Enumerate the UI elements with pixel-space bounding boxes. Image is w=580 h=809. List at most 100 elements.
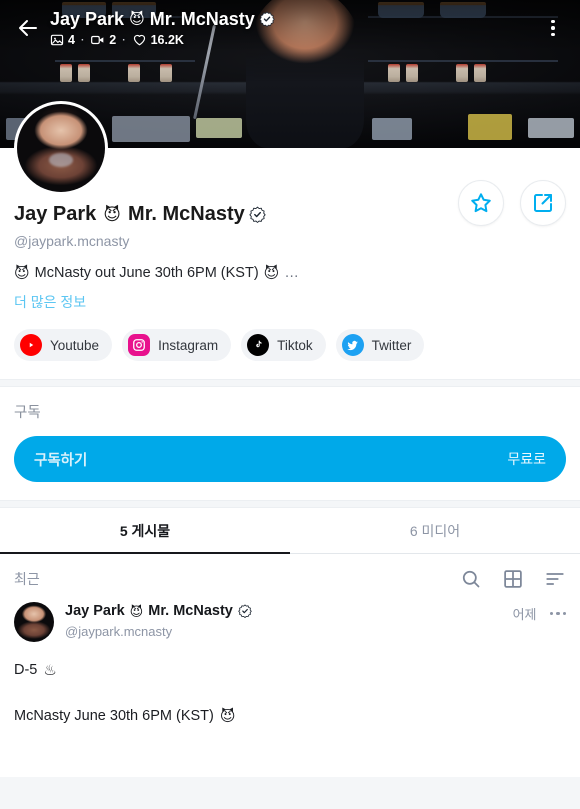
post-line-text: D-5 [14,662,38,678]
post-author-name: Jay Park [65,603,125,619]
social-link-youtube[interactable]: Youtube [14,329,113,361]
shelf-item [60,64,72,82]
subscription-title: 구독 [14,405,41,421]
devil-emoji: 😈 [103,204,122,224]
favorite-button[interactable] [458,180,504,226]
post-content: D-5 ♨ McNasty June 30th 6PM (KST) 😈 [14,659,566,727]
bio-ellipsis: … [284,265,299,281]
devil-emoji: 😈 [14,264,30,282]
content-tabs: 5 게시물 6 미디어 [0,508,580,554]
post-line-text: McNasty June 30th 6PM (KST) [14,708,214,724]
avatar-image [17,104,105,192]
post-author-suffix: Mr. McNasty [148,603,233,619]
post-avatar[interactable] [14,602,54,642]
like-count: 16.2K [132,33,184,47]
devil-emoji: 😈 [219,707,236,725]
video-icon [91,35,104,45]
back-button[interactable] [10,10,46,46]
cover-topbar: Jay Park 😈 Mr. McNasty 4 · 2 · 16.2K [0,0,580,52]
sort-icon [546,573,564,585]
profile-name: Jay Park [14,203,97,225]
social-link-label: Tiktok [277,337,313,353]
subscribe-button-price: 무료로 [507,451,546,467]
social-link-label: Youtube [50,337,100,353]
photo-count-value: 4 [68,33,75,47]
shelf-item [78,64,90,82]
post-item[interactable]: Jay Park 😈 Mr. McNasty @jaypark.mcnasty … [0,602,580,727]
search-button[interactable] [460,568,482,590]
cover-stats: 4 · 2 · 16.2K [50,33,536,47]
stat-separator: · [122,34,126,46]
like-count-value: 16.2K [150,33,184,47]
verified-badge-icon [238,604,252,618]
post-line: D-5 ♨ [14,659,566,681]
video-count-value: 2 [109,33,117,47]
post-header: Jay Park 😈 Mr. McNasty @jaypark.mcnasty … [14,602,566,642]
star-icon [471,193,491,213]
more-vertical-icon [551,19,555,37]
devil-emoji: 😈 [129,10,145,28]
stat-separator: · [80,34,85,46]
youtube-icon [20,334,42,356]
grid-view-icon [504,570,522,588]
cover-title-name: Jay Park [50,9,125,29]
more-info-link[interactable]: 더 많은 정보 [14,292,566,312]
counter-item [112,116,190,142]
tab-media[interactable]: 6 미디어 [290,508,580,553]
social-link-tiktok[interactable]: Tiktok [241,329,326,361]
twitter-icon [341,334,364,356]
image-icon [50,34,64,46]
share-button[interactable] [520,180,566,226]
tab-media-label: 6 미디어 [409,522,461,539]
tab-posts[interactable]: 5 게시물 [0,508,290,554]
filter-actions [460,568,566,590]
shelf-item [456,64,468,82]
post-author: Jay Park 😈 Mr. McNasty [65,602,502,620]
subscribe-button[interactable]: 구독하기 무료로 [14,436,566,482]
heart-icon [133,34,145,46]
shelf-item [406,64,418,82]
section-divider [0,379,580,387]
social-link-label: Instagram [158,337,219,353]
counter-item [468,114,512,140]
sort-button[interactable] [544,568,566,590]
profile-name-suffix: Mr. McNasty [128,203,245,225]
instagram-icon [128,334,151,356]
filter-bar: 최근 [0,554,580,602]
profile-page: Jay Park 😈 Mr. McNasty 4 · 2 · 16.2K Jay… [0,0,580,809]
devil-emoji: 😈 [129,603,144,619]
shelf-item [474,64,486,82]
social-link-instagram[interactable]: Instagram [122,329,232,361]
profile-handle: @jaypark.mcnasty [14,233,130,249]
profile-bio-text: McNasty out June 30th 6PM (KST) [34,265,259,281]
avatar[interactable] [14,101,108,195]
counter-item [196,118,242,138]
post-handle: @jaypark.mcnasty [65,624,173,639]
search-icon [462,570,480,588]
sort-label: 최근 [14,571,40,587]
subscription-section: 구독 구독하기 무료로 [0,387,580,500]
shelf-item [160,64,172,82]
verified-badge-icon [249,206,266,223]
shelf-item [388,64,400,82]
video-count: 2 [90,33,116,47]
social-link-twitter[interactable]: Twitter [335,329,425,361]
hot-springs-emoji: ♨ [43,661,57,679]
counter-item [372,118,412,140]
post-identity: Jay Park 😈 Mr. McNasty @jaypark.mcnasty [65,602,502,639]
grid-view-button[interactable] [502,568,524,590]
tab-posts-label: 5 게시물 [119,522,171,539]
devil-emoji: 😈 [263,264,280,282]
section-divider [0,500,580,508]
share-icon [534,194,552,212]
post-meta: 어제 [513,602,566,623]
cover-title: Jay Park 😈 Mr. McNasty [50,8,536,30]
tiktok-icon [247,334,270,356]
overflow-menu-button[interactable] [536,10,570,46]
social-link-label: Twitter [371,337,412,353]
post-menu-button[interactable] [549,611,566,616]
counter-item [528,118,574,138]
profile-bio: 😈 McNasty out June 30th 6PM (KST) 😈 … [14,263,566,283]
subscribe-button-label: 구독하기 [34,452,88,469]
shelf-line [368,60,558,62]
